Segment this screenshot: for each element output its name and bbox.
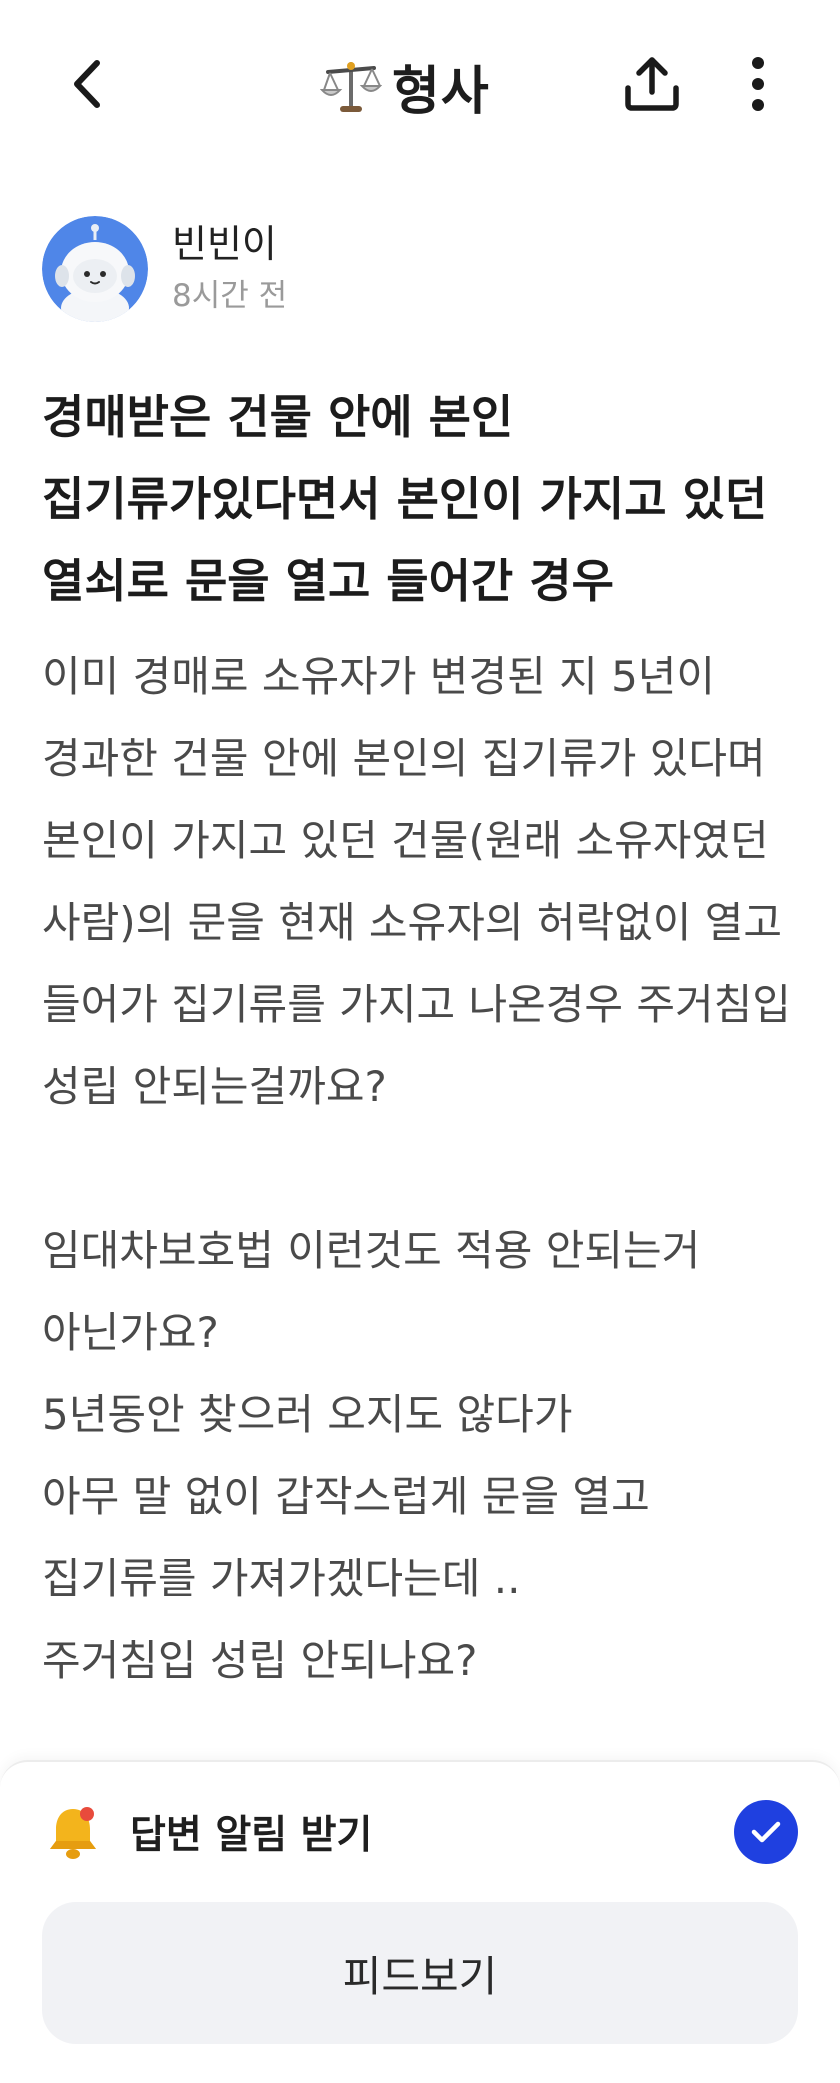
question-body: 이미 경매로 소유자가 변경된 지 5년이 경과한 건물 안에 본인의 집기류가… [42, 636, 812, 1702]
view-feed-button[interactable]: 피드보기 [42, 1902, 798, 2044]
author-info: 빈빈이 8시간 전 [42, 214, 287, 324]
author-meta: 빈빈이 8시간 전 [172, 221, 287, 317]
top-app-bar: 형사 [0, 0, 840, 170]
share-button[interactable] [620, 50, 684, 118]
question-title: 경매받은 건물 안에 본인 집기류가있다면서 본인이 가지고 있던 열쇠로 문을… [42, 390, 768, 608]
more-options-button[interactable] [738, 50, 778, 118]
back-button[interactable] [58, 52, 114, 116]
body-paragraph: 임대차보호법 이런것도 적용 안되는거 아닌가요? 5년동안 찾으러 오지도 않… [42, 1226, 701, 1685]
chevron-left-icon [74, 60, 100, 108]
answer-notification-row[interactable]: 답변 알림 받기 [42, 1792, 798, 1872]
post-timestamp: 8시간 전 [172, 278, 288, 314]
more-vertical-icon [752, 57, 764, 111]
author-name[interactable]: 빈빈이 [172, 221, 287, 267]
bottom-action-panel: 답변 알림 받기 피드보기 [0, 1760, 840, 2083]
notify-toggle-checkbox[interactable] [734, 1800, 798, 1864]
share-icon [625, 57, 679, 111]
notify-label: 답변 알림 받기 [130, 1813, 373, 1858]
body-paragraph: 이미 경매로 소유자가 변경된 지 5년이 경과한 건물 안에 본인의 집기류가… [42, 652, 791, 1111]
robot-avatar-icon [42, 216, 148, 322]
bell-icon [50, 1807, 96, 1859]
scales-icon [320, 62, 382, 112]
category-title: 형사 [320, 48, 490, 124]
page-title: 형사 [392, 61, 490, 122]
avatar[interactable] [42, 216, 148, 322]
check-icon [751, 1821, 781, 1843]
